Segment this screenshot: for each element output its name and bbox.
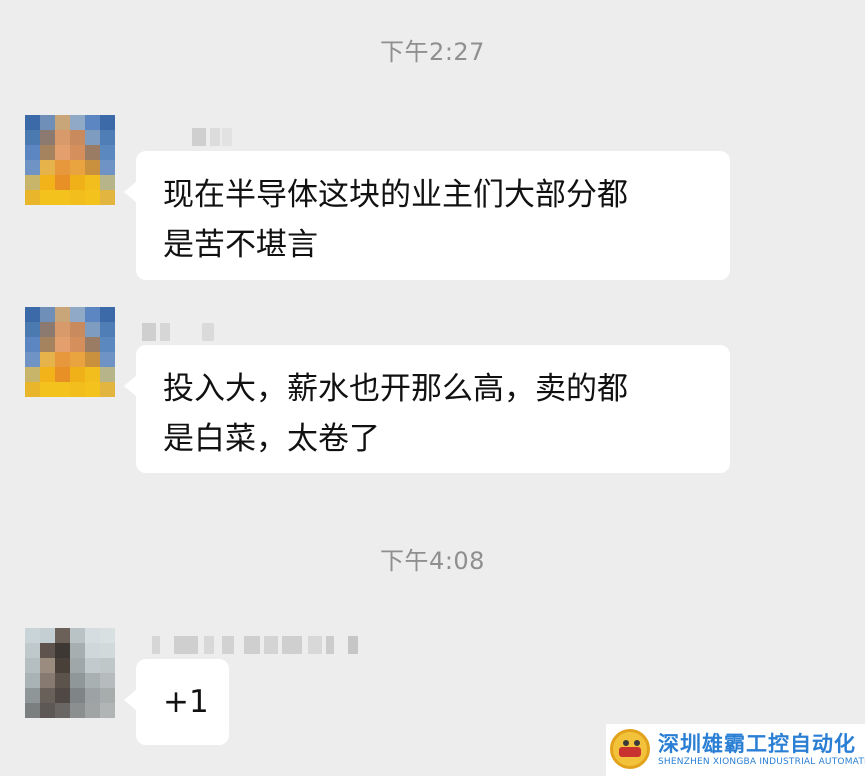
message-bubble[interactable]: 投入大，薪水也开那么高，卖的都 是白菜，太卷了 — [124, 345, 730, 473]
sender-name — [142, 636, 362, 654]
watermark-logo: 深圳雄霸工控自动化 SHENZHEN XIONGBA INDUSTRIAL AU… — [606, 724, 865, 776]
sender-avatar[interactable] — [25, 307, 115, 397]
message-bubble[interactable]: 现在半导体这块的业主们大部分都 是苦不堪言 — [124, 151, 730, 280]
sender-avatar[interactable] — [25, 628, 115, 718]
mascot-icon — [610, 729, 650, 769]
timestamp: 下午4:08 — [380, 547, 485, 575]
message-text-line: 投入大，薪水也开那么高，卖的都 — [163, 371, 628, 407]
message-text-line: 是白菜，太卷了 — [163, 421, 380, 457]
message-text-line: 是苦不堪言 — [163, 227, 318, 263]
sender-avatar[interactable] — [25, 115, 115, 205]
timestamp: 下午2:27 — [380, 38, 485, 66]
logo-company-name-en: SHENZHEN XIONGBA INDUSTRIAL AUTOMATION — [658, 757, 865, 767]
message-text-line: +1 — [163, 684, 209, 720]
sender-name — [142, 128, 232, 146]
sender-name — [142, 323, 232, 341]
message-text-line: 现在半导体这块的业主们大部分都 — [163, 177, 628, 213]
message-bubble[interactable]: +1 — [124, 659, 229, 745]
logo-company-name: 深圳雄霸工控自动化 — [658, 732, 856, 756]
